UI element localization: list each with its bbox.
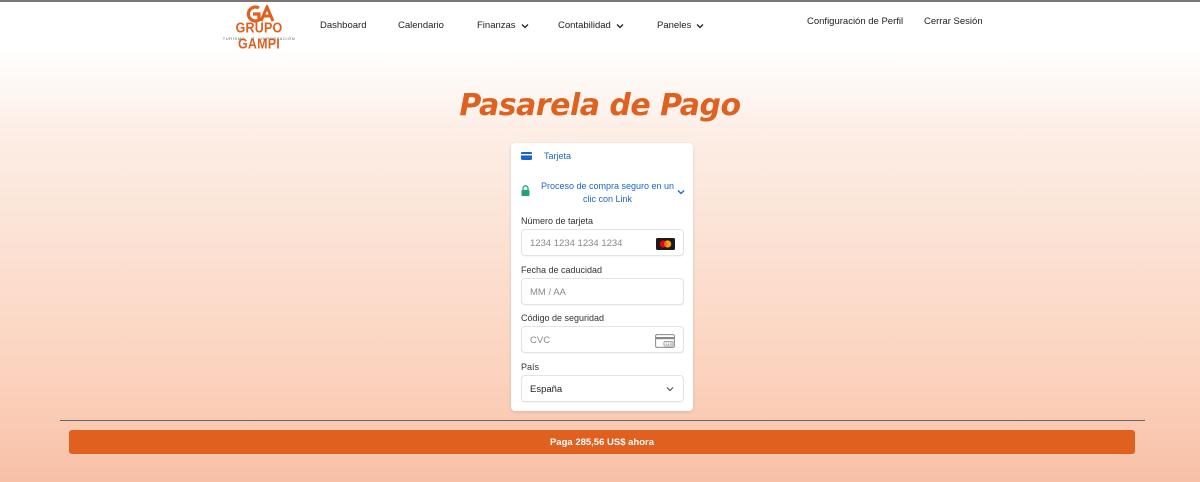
- brand-logo[interactable]: GRUPO GAMPI TURISMO · IT · IMPORTACIÓN: [218, 5, 300, 52]
- tab-card[interactable]: Tarjeta: [521, 151, 571, 161]
- navbar: GRUPO GAMPI TURISMO · IT · IMPORTACIÓN D…: [0, 2, 1200, 52]
- link-secure-text: Proceso de compra seguro en un clic con …: [540, 181, 675, 204]
- nav-profile-settings-label: Configuración de Perfil: [807, 16, 904, 27]
- divider: [60, 420, 1145, 421]
- chevron-down-icon: [616, 23, 624, 28]
- expiry-placeholder: MM / AA: [530, 287, 566, 298]
- tab-card-label: Tarjeta: [544, 151, 572, 161]
- chevron-down-icon: [696, 23, 704, 28]
- cvc-card-icon: 123: [655, 334, 675, 348]
- expiry-label: Fecha de caducidad: [521, 265, 603, 275]
- svg-text:123: 123: [665, 342, 672, 346]
- page-title: Pasarela de Pago: [459, 88, 741, 123]
- link-secure-checkout[interactable]: Proceso de compra seguro en un clic con …: [521, 180, 686, 206]
- brand-tagline: TURISMO · IT · IMPORTACIÓN: [222, 36, 296, 41]
- cvc-placeholder: CVC: [530, 335, 551, 346]
- credit-card-icon: [521, 152, 532, 160]
- payment-form-card: Tarjeta Proceso de compra seguro en un c…: [511, 143, 693, 411]
- nav-finanzas[interactable]: Finanzas: [477, 20, 530, 31]
- country-select[interactable]: España: [521, 375, 684, 402]
- chevron-down-icon[interactable]: [676, 187, 686, 197]
- nav-logout[interactable]: Cerrar Sesión: [924, 16, 983, 27]
- expiry-field[interactable]: MM / AA: [521, 278, 684, 305]
- nav-finanzas-label: Finanzas: [477, 20, 516, 31]
- lock-icon: [521, 185, 530, 196]
- nav-dashboard-label: Dashboard: [320, 20, 367, 31]
- nav-dashboard[interactable]: Dashboard: [320, 20, 366, 31]
- nav-calendario[interactable]: Calendario: [398, 20, 444, 31]
- chevron-down-icon: [521, 23, 529, 28]
- chevron-down-icon: [666, 387, 674, 392]
- card-number-field[interactable]: 1234 1234 1234 1234: [521, 229, 684, 256]
- card-number-placeholder: 1234 1234 1234 1234: [530, 238, 623, 249]
- mastercard-icon: [656, 238, 675, 250]
- country-value: España: [530, 384, 563, 395]
- nav-logout-label: Cerrar Sesión: [924, 16, 983, 27]
- country-label: País: [521, 362, 540, 372]
- nav-contabilidad[interactable]: Contabilidad: [558, 20, 625, 31]
- nav-contabilidad-label: Contabilidad: [558, 20, 611, 31]
- nav-calendario-label: Calendario: [398, 20, 444, 31]
- nav-profile-settings[interactable]: Configuración de Perfil: [807, 16, 903, 27]
- pay-button[interactable]: Paga 285,56 US$ ahora: [69, 430, 1135, 454]
- nav-paneles[interactable]: Paneles: [657, 20, 705, 31]
- card-number-label: Número de tarjeta: [521, 216, 594, 226]
- cvc-field[interactable]: CVC 123: [521, 326, 684, 353]
- nav-paneles-label: Paneles: [657, 20, 692, 31]
- cvc-label: Código de seguridad: [521, 313, 605, 323]
